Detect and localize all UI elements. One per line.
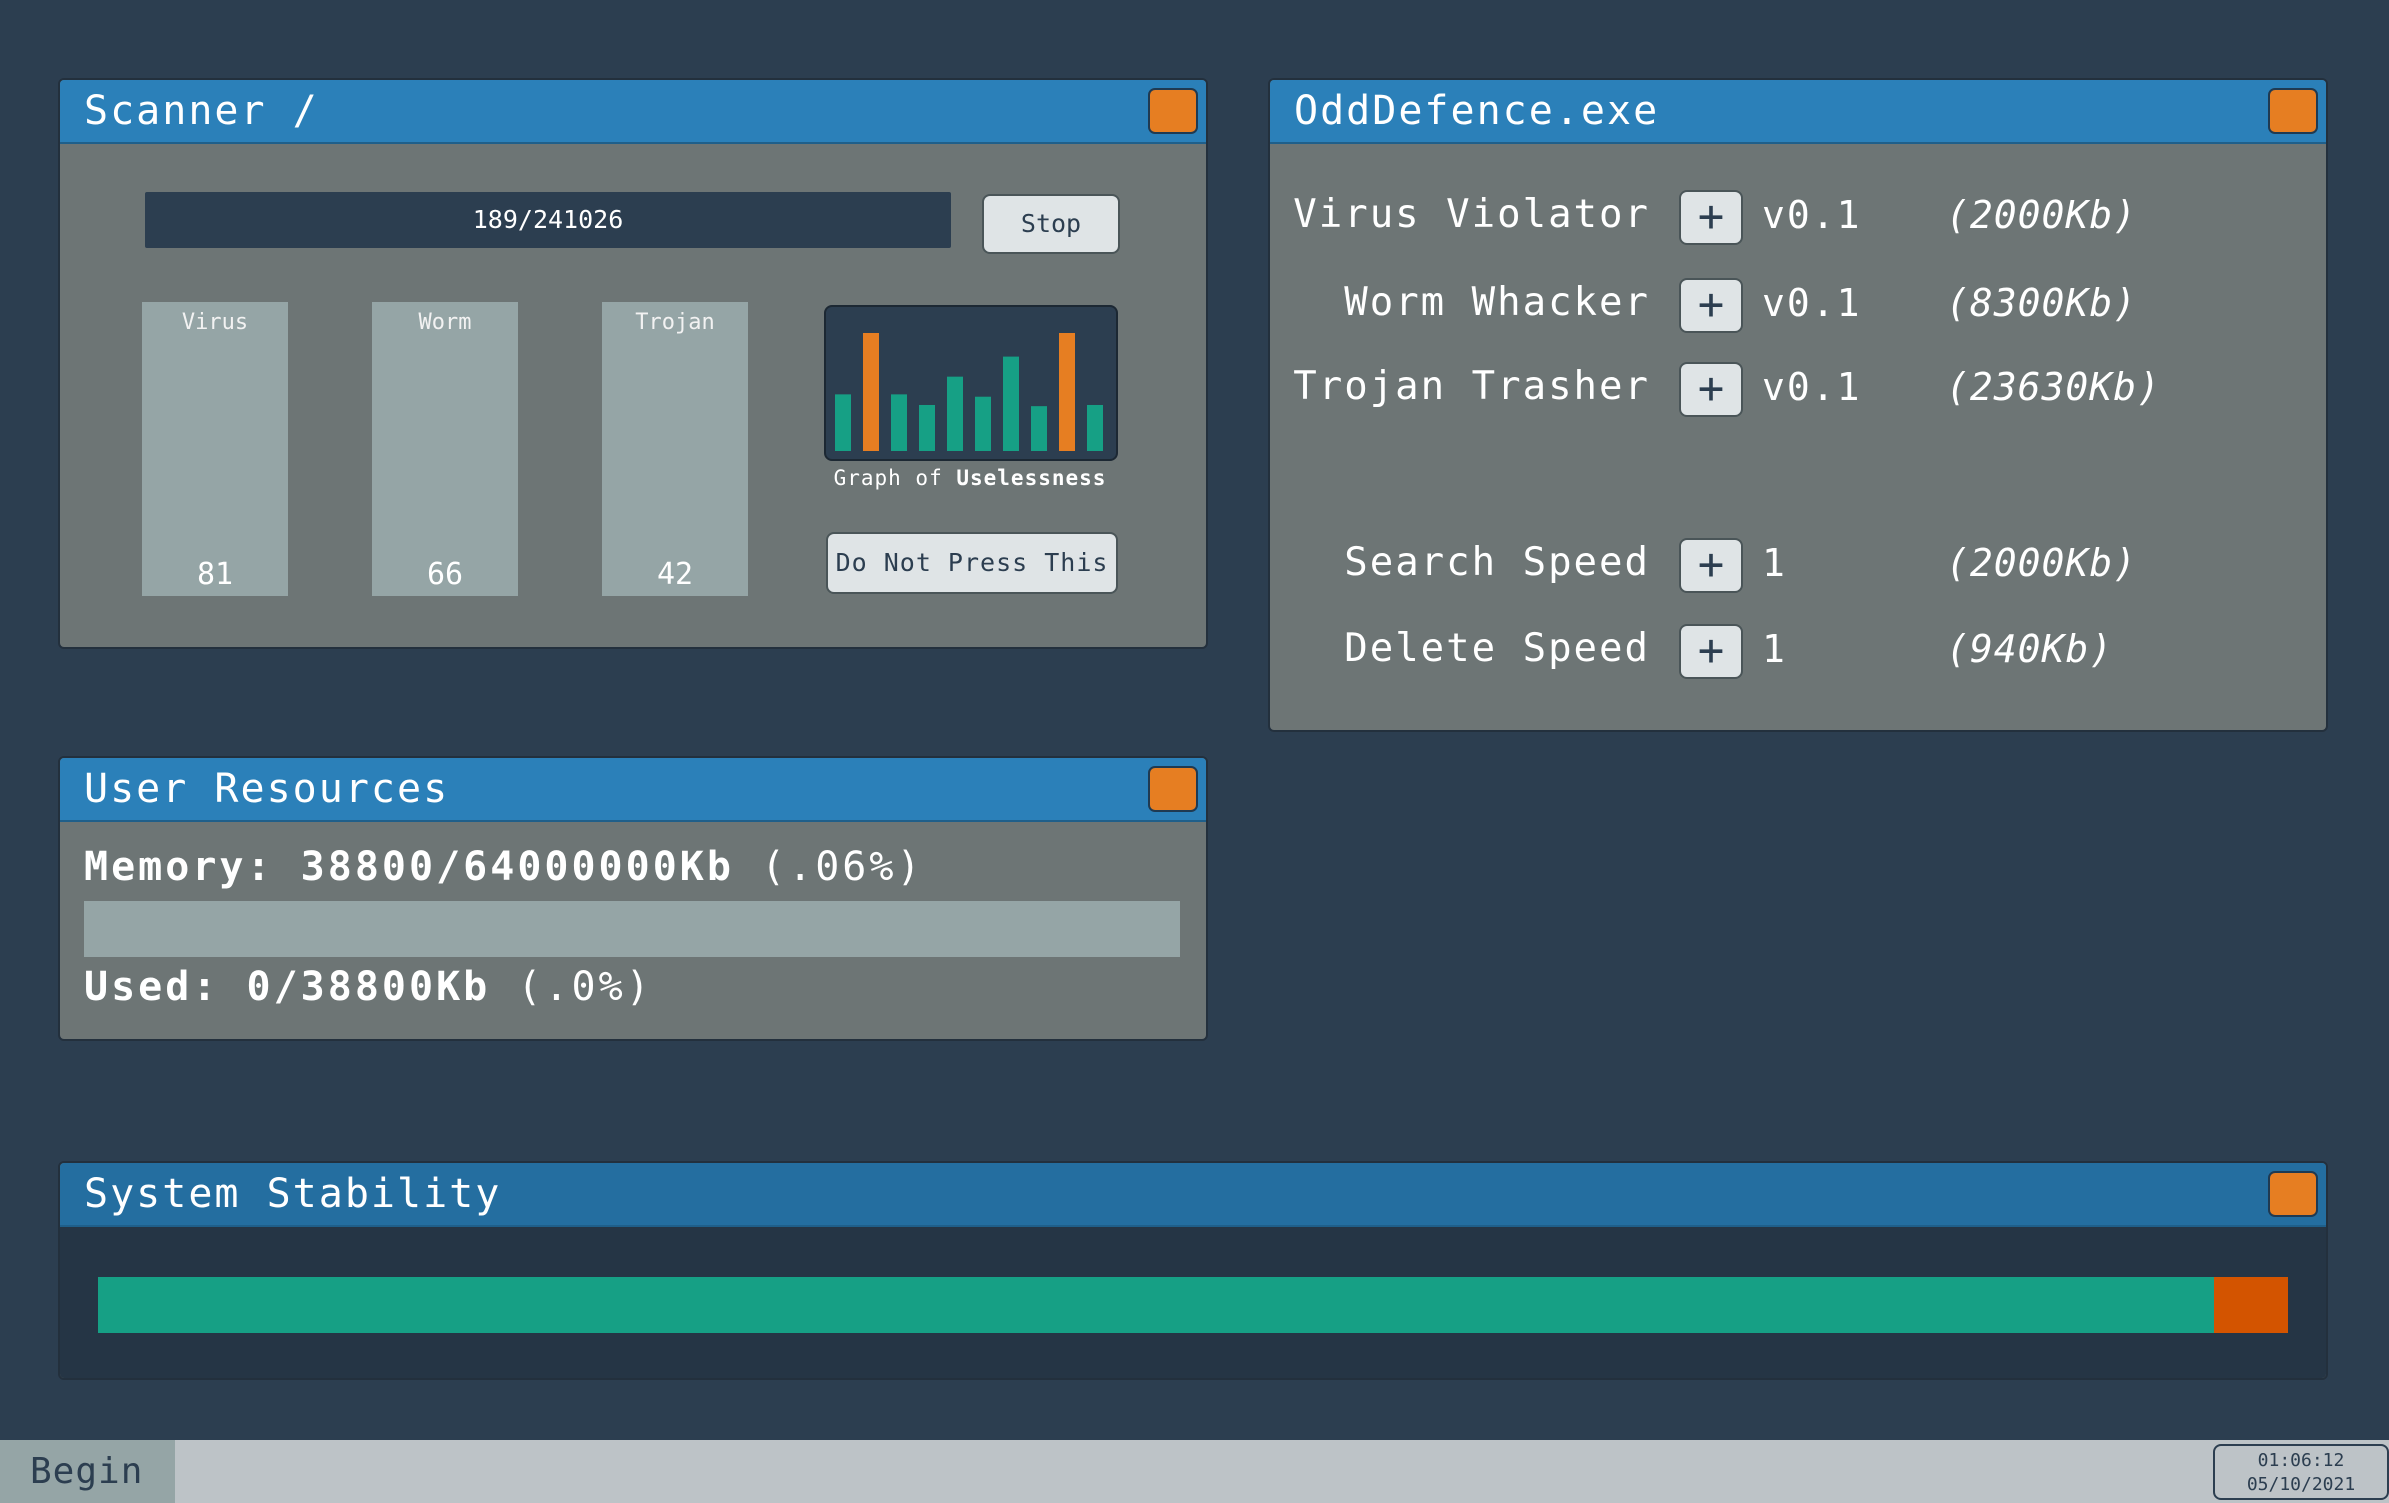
threat-column-worm: Worm 66: [372, 302, 518, 596]
graph-bar: [1059, 333, 1075, 451]
taskbar: Begin 01:06:12 05/10/2021: [0, 1440, 2389, 1503]
graph-bar: [1087, 404, 1103, 451]
tool-version: v0.1: [1762, 193, 1862, 237]
tool-name-worm-whacker: Worm Whacker: [1344, 280, 1650, 325]
tool-name-trojan-trasher: Trojan Trasher: [1293, 364, 1650, 409]
upgrade-delete-speed-button[interactable]: +: [1679, 624, 1743, 679]
threat-column-trojan: Trojan 42: [602, 302, 748, 596]
tool-version: v0.1: [1762, 365, 1862, 409]
graph-bar: [1003, 356, 1019, 451]
tool-size: (23630Kb): [1946, 365, 2161, 409]
resources-title: User Resources: [84, 766, 450, 812]
graph-bar: [891, 394, 907, 451]
upgrade-size: (2000Kb): [1946, 541, 2138, 585]
system-stability-window: System Stability: [58, 1161, 2328, 1380]
stability-minimize-button[interactable]: [2268, 1171, 2318, 1217]
clock-time: 01:06:12: [2257, 1450, 2345, 1471]
graph-bar: [835, 394, 851, 451]
begin-button[interactable]: Begin: [0, 1440, 175, 1503]
stability-bar: [98, 1277, 2288, 1333]
upgrade-level: 1: [1762, 541, 1787, 585]
upgrade-trojan-trasher-button[interactable]: +: [1679, 362, 1743, 417]
clock-date: 05/10/2021: [2246, 1474, 2356, 1495]
upgrade-search-speed-button[interactable]: +: [1679, 538, 1743, 593]
memory-percent: (.06%): [761, 844, 924, 890]
used-percent: (.0%): [517, 964, 653, 1010]
tool-version: v0.1: [1762, 281, 1862, 325]
scanner-titlebar[interactable]: Scanner /: [60, 80, 1206, 144]
odddefence-title: OddDefence.exe: [1294, 88, 1660, 134]
resources-minimize-button[interactable]: [1148, 766, 1198, 812]
memory-readout: Memory: 38800/64000000Kb (.06%): [84, 844, 924, 890]
odddefence-window: OddDefence.exe Virus Violator + v0.1 (20…: [1268, 78, 2328, 732]
scan-progress-display: 189/241026: [145, 192, 951, 248]
threat-count: 42: [656, 557, 694, 592]
memory-usage-bar: [84, 901, 1180, 957]
tool-name-virus-violator: Virus Violator: [1293, 192, 1650, 237]
upgrade-worm-whacker-button[interactable]: +: [1679, 278, 1743, 333]
graph-bar: [919, 404, 935, 451]
threat-name: Trojan: [635, 310, 715, 335]
scanner-title: Scanner /: [84, 88, 319, 134]
used-label: Used: 0/38800Kb: [84, 964, 491, 1010]
stability-titlebar[interactable]: System Stability: [60, 1163, 2326, 1227]
uselessness-graph: [824, 305, 1118, 461]
stability-fill: [98, 1277, 2214, 1333]
odddefence-minimize-button[interactable]: [2268, 88, 2318, 134]
used-readout: Used: 0/38800Kb (.0%): [84, 964, 653, 1010]
uselessness-graph-svg: [835, 333, 1103, 451]
stop-button[interactable]: Stop: [982, 194, 1120, 254]
graph-bar: [947, 376, 963, 451]
upgrade-level: 1: [1762, 627, 1787, 671]
threat-count: 81: [196, 557, 234, 592]
graph-caption: Graph of Uselessness: [810, 466, 1130, 490]
odddefence-titlebar[interactable]: OddDefence.exe: [1270, 80, 2326, 144]
threat-name: Worm: [418, 310, 472, 335]
upgrade-name-search-speed: Search Speed: [1344, 540, 1650, 585]
graph-bar: [863, 333, 879, 451]
do-not-press-button[interactable]: Do Not Press This: [826, 532, 1118, 594]
user-resources-window: User Resources Memory: 38800/64000000Kb …: [58, 756, 1208, 1041]
threat-count: 66: [426, 557, 464, 592]
graph-bar: [975, 396, 991, 451]
threat-name: Virus: [181, 310, 249, 335]
scanner-window: Scanner / 189/241026 Stop Virus 81 Worm …: [58, 78, 1208, 649]
stability-body: [60, 1227, 2326, 1378]
tool-size: (2000Kb): [1946, 193, 2138, 237]
upgrade-size: (940Kb): [1946, 627, 2114, 671]
upgrade-virus-violator-button[interactable]: +: [1679, 190, 1743, 245]
stability-title: System Stability: [84, 1171, 502, 1217]
graph-caption-prefix: Graph of: [833, 466, 957, 490]
graph-caption-bold: Uselessness: [956, 466, 1107, 490]
tool-size: (8300Kb): [1946, 281, 2138, 325]
resources-titlebar[interactable]: User Resources: [60, 758, 1206, 822]
scanner-minimize-button[interactable]: [1148, 88, 1198, 134]
graph-bar: [1031, 406, 1047, 451]
taskbar-clock: 01:06:12 05/10/2021: [2213, 1444, 2389, 1500]
memory-label: Memory: 38800/64000000Kb: [84, 844, 734, 890]
upgrade-name-delete-speed: Delete Speed: [1344, 626, 1650, 671]
threat-column-virus: Virus 81: [142, 302, 288, 596]
